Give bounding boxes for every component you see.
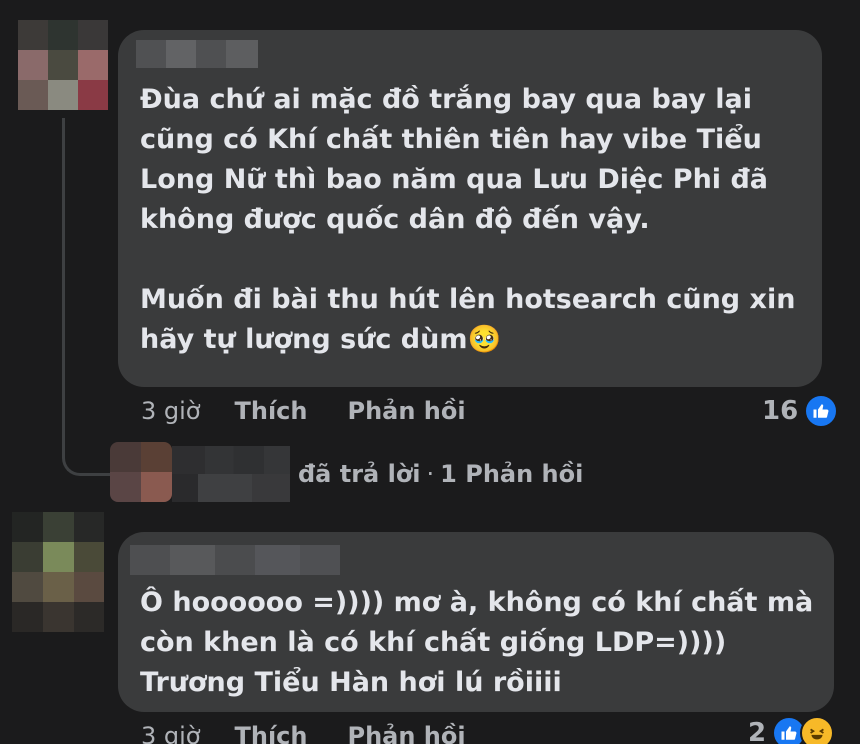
timestamp[interactable]: 3 giờ: [141, 397, 200, 425]
commenter-name[interactable]: [130, 545, 340, 575]
avatar[interactable]: [110, 442, 172, 502]
like-button[interactable]: Thích: [234, 722, 307, 744]
reaction-summary[interactable]: 2: [748, 716, 835, 744]
replies-count[interactable]: 1 Phản hồi: [440, 460, 583, 488]
comment-paragraph: Ô hoooooo =)))) mơ à, không có khí chất …: [140, 587, 814, 698]
reaction-count: 2: [748, 718, 767, 744]
like-icon: [804, 394, 839, 428]
comment-actions: 3 giờ Thích Phản hồi: [141, 397, 466, 425]
commenter-name[interactable]: [136, 40, 258, 68]
pleading-face-icon: 🥹: [467, 324, 502, 355]
avatar[interactable]: [18, 20, 108, 110]
separator: ·: [426, 460, 435, 488]
haha-icon: [800, 716, 835, 744]
thread-line: [62, 118, 110, 476]
reply-button[interactable]: Phản hồi: [347, 722, 465, 744]
like-button[interactable]: Thích: [234, 397, 307, 425]
timestamp[interactable]: 3 giờ: [141, 722, 200, 744]
replied-text: đã trả lời: [298, 460, 421, 488]
avatar[interactable]: [12, 512, 104, 632]
reply-summary[interactable]: đã trả lời · 1 Phản hồi: [298, 460, 583, 488]
comment-text: Ô hoooooo =)))) mơ à, không có khí chất …: [140, 583, 820, 703]
reply-button[interactable]: Phản hồi: [347, 397, 465, 425]
replier-name[interactable]: [172, 446, 290, 502]
reaction-count: 16: [762, 396, 799, 426]
reaction-summary[interactable]: 16: [762, 394, 839, 428]
comment-text: Đùa chứ ai mặc đồ trắng bay qua bay lại …: [140, 80, 812, 360]
comment-paragraph: Đùa chứ ai mặc đồ trắng bay qua bay lại …: [140, 84, 768, 235]
comment-actions: 3 giờ Thích Phản hồi: [141, 722, 466, 744]
comment-paragraph: Muốn đi bài thu hút lên hotsearch cũng x…: [140, 284, 796, 355]
